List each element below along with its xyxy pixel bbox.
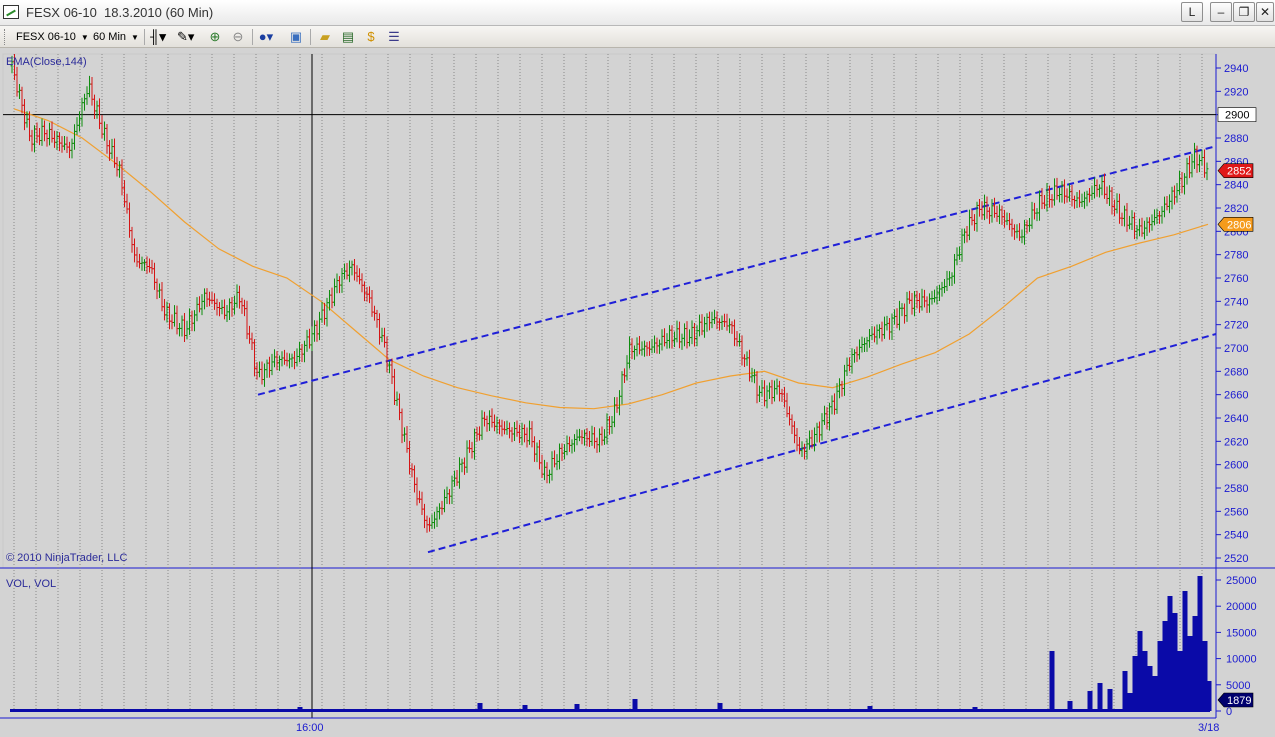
globe-icon[interactable]: ●▾ [258,29,274,45]
volume-baseline-bars [10,709,1210,712]
price-tick-label: 2680 [1224,366,1248,378]
channel-upper-line [257,145,1217,396]
chart-app-icon [3,5,19,19]
crosshair-price-label: 2900 [1225,110,1249,122]
price-tick-label: 2840 [1224,180,1248,192]
ema-value-marker-label: 2806 [1227,219,1251,231]
price-tick-label: 2880 [1224,133,1248,145]
volume-bar [1142,651,1148,711]
price-tick-label: 2720 [1224,320,1248,332]
price-tick-label: 2700 [1224,343,1248,355]
bar-type-icon[interactable]: ╢▾ [150,29,166,45]
volume-tick-label: 10000 [1226,654,1257,666]
window-title: FESX 06-10 18.3.2010 (60 Min) [26,5,214,20]
volume-bar [1162,621,1168,711]
price-tick-label: 2600 [1224,460,1248,472]
price-tick-label: 2660 [1224,390,1248,402]
volume-bar [1177,651,1183,711]
volume-bar [972,707,978,711]
volume-bar [1147,666,1153,711]
copyright-label: © 2010 NinjaTrader, LLC [6,552,128,564]
price-tick-label: 2920 [1224,86,1248,98]
toolbar-divider [310,29,311,45]
window-title-bar: FESX 06-10 18.3.2010 (60 Min) L – ❐ ✕ [0,0,1275,26]
folder-icon[interactable]: ▰ [317,29,333,45]
chart-icon[interactable]: ▤ [340,29,356,45]
price-tick-label: 2820 [1224,203,1248,215]
price-tick-label: 2780 [1224,250,1248,262]
price-tick-label: 2560 [1224,506,1248,518]
price-tick-label: 2760 [1224,273,1248,285]
volume-bar [1182,591,1188,711]
data-box-icon[interactable]: ☰ [386,29,402,45]
price-volume-chart[interactable]: 2940292029002880286028402820280027802760… [0,48,1275,737]
volume-bar [1172,613,1178,711]
price-tick-label: 2520 [1224,553,1248,565]
toolbar-divider [144,29,145,45]
chart-panel[interactable]: 2940292029002880286028402820280027802760… [0,48,1275,737]
volume-bar [1187,636,1193,711]
volume-bar [1192,616,1198,711]
toolbar-grip[interactable] [4,29,7,45]
volume-indicator-label[interactable]: VOL, VOL [6,578,56,590]
time-label-3-18: 3/18 [1198,722,1219,734]
volume-bar [297,707,303,711]
channel-lower-line [427,333,1217,554]
price-tick-label: 2740 [1224,296,1248,308]
volume-bar [522,705,528,711]
volume-tick-label: 0 [1226,706,1232,718]
last-price-marker-label: 2852 [1227,166,1251,178]
toolbar-divider [252,29,253,45]
volume-bar [477,703,483,711]
volume-bar [574,704,580,711]
layout-button[interactable]: L [1181,2,1203,22]
volume-bar [1127,693,1133,711]
last-volume-marker-label: 1879 [1227,695,1251,707]
price-tick-label: 2620 [1224,436,1248,448]
chevron-down-icon: ▼ [131,33,139,42]
volume-bar [1067,701,1073,711]
chart-toolbar: FESX 06-10 ▼ 60 Min ▼ ╢▾ ✎▾ ⊕ ⊖ ●▾ ▣ ▰ ▤ $… [0,26,1275,48]
volume-bar [1206,681,1212,711]
volume-tick-label: 5000 [1226,680,1250,692]
volume-bar [1087,691,1093,711]
drawing-tool-icon[interactable]: ✎▾ [177,29,194,45]
volume-bar [717,703,723,711]
volume-bar [1097,683,1103,711]
instrument-selector[interactable]: FESX 06-10 ▼ [16,29,89,45]
price-panel-frame [2,53,1217,569]
price-tick-label: 2640 [1224,413,1248,425]
ema-indicator-label[interactable]: EMA(Close,144) [6,56,87,68]
properties-icon[interactable]: ▣ [288,29,304,45]
instrument-value: FESX 06-10 [16,31,76,43]
interval-selector[interactable]: 60 Min ▼ [93,29,139,45]
volume-tick-label: 15000 [1226,627,1257,639]
volume-bar [1107,689,1113,711]
volume-bar [632,699,638,711]
volume-tick-label: 20000 [1226,601,1257,613]
volume-tick-label: 25000 [1226,575,1257,587]
volume-bar [1157,641,1163,711]
volume-bar [1137,631,1143,711]
time-label-1600: 16:00 [296,722,324,734]
minimize-button[interactable]: – [1210,2,1232,22]
volume-bar [1049,651,1055,711]
zoom-in-icon[interactable]: ⊕ [207,29,223,45]
volume-bar [1197,576,1203,711]
restore-button[interactable]: ❐ [1233,2,1255,22]
price-tick-label: 2940 [1224,63,1248,75]
volume-bar [1152,676,1158,711]
price-tick-label: 2540 [1224,530,1248,542]
volume-bar [1167,596,1173,711]
interval-value: 60 Min [93,31,127,43]
volume-bar [1132,656,1138,711]
zoom-out-icon[interactable]: ⊖ [230,29,246,45]
price-tick-label: 2580 [1224,483,1248,495]
dollar-icon[interactable]: $ [363,29,379,45]
volume-bar [867,706,873,711]
ema-line [13,108,1209,410]
chevron-down-icon: ▼ [80,33,89,42]
volume-bar [1122,671,1128,711]
close-button[interactable]: ✕ [1256,2,1274,22]
